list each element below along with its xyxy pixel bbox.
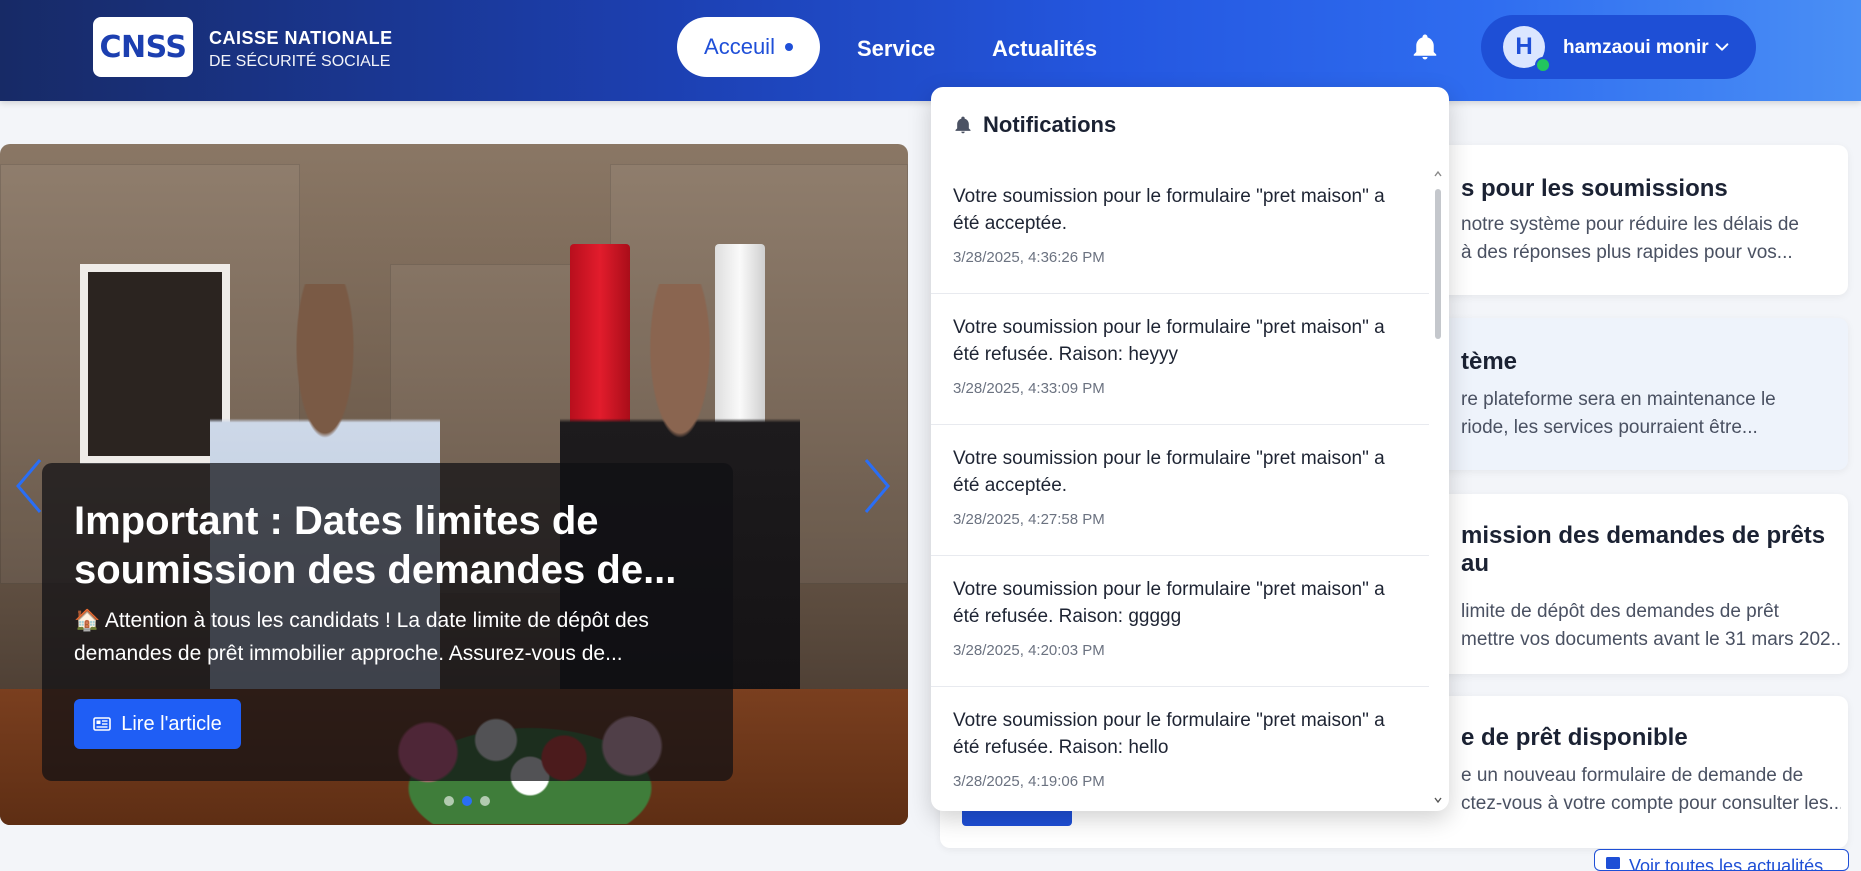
newspaper-icon: [93, 717, 112, 731]
read-article-label: Lire l'article: [121, 712, 222, 735]
notification-item[interactable]: Votre soumission pour le formulaire "pre…: [931, 687, 1429, 811]
user-menu-button[interactable]: H hamzaoui monir: [1481, 15, 1756, 79]
org-name-line2: DE SÉCURITÉ SOCIALE: [209, 53, 391, 70]
news-desc: e un nouveau formulaire de demande de: [1461, 765, 1804, 786]
user-name: hamzaoui monir: [1563, 37, 1709, 58]
org-name-line1: CAISSE NATIONALE: [209, 28, 393, 48]
news-desc: limite de dépôt des demandes de prêt: [1461, 601, 1779, 622]
news-desc: mettre vos documents avant le 31 mars 20…: [1461, 629, 1841, 650]
notification-time: 3/28/2025, 4:36:26 PM: [953, 249, 1105, 266]
news-carousel: Important : Dates limites de soumission …: [0, 144, 908, 825]
cnss-logo[interactable]: CNSS: [93, 17, 193, 77]
notifications-header: Notifications: [953, 112, 1116, 138]
news-title: mission des demandes de prêts au: [1461, 522, 1826, 577]
online-status-dot: [1535, 57, 1551, 73]
notification-message: Votre soumission pour le formulaire "pre…: [953, 448, 1385, 496]
org-name: CAISSE NATIONALE DE SÉCURITÉ SOCIALE: [209, 28, 393, 71]
top-header: CNSS CAISSE NATIONALE DE SÉCURITÉ SOCIAL…: [0, 0, 1861, 101]
newspaper-icon: [1606, 857, 1620, 869]
carousel-caption: Important : Dates limites de soumission …: [42, 463, 733, 781]
notification-time: 3/28/2025, 4:27:58 PM: [953, 511, 1105, 528]
active-indicator-dot: [784, 43, 793, 51]
notification-item[interactable]: Votre soumission pour le formulaire "pre…: [931, 425, 1429, 556]
news-desc: à des réponses plus rapides pour vos...: [1461, 242, 1793, 263]
bell-icon[interactable]: [1410, 32, 1440, 62]
news-title: e de prêt disponible: [1461, 724, 1688, 751]
scroll-up-icon[interactable]: [1433, 169, 1443, 179]
notification-item[interactable]: Votre soumission pour le formulaire "pre…: [931, 556, 1429, 687]
news-title: s pour les soumissions: [1461, 175, 1728, 202]
notification-message: Votre soumission pour le formulaire "pre…: [953, 317, 1385, 365]
notifications-list: Votre soumission pour le formulaire "pre…: [931, 163, 1429, 811]
notifications-panel: Notifications Votre soumission pour le f…: [931, 87, 1449, 811]
news-desc: riode, les services pourraient être...: [1461, 417, 1758, 438]
news-desc: notre système pour réduire les délais de: [1461, 214, 1799, 235]
notification-time: 3/28/2025, 4:20:03 PM: [953, 642, 1105, 659]
logo-text: CNSS: [99, 29, 188, 65]
nav-acceuil-label: Acceuil: [704, 34, 775, 59]
notification-message: Votre soumission pour le formulaire "pre…: [953, 186, 1385, 234]
read-article-button[interactable]: Lire l'article: [74, 699, 241, 749]
notification-item[interactable]: Votre soumission pour le formulaire "pre…: [931, 163, 1429, 294]
all-news-button[interactable]: Voir toutes les actualités: [1594, 849, 1849, 871]
carousel-prev-icon[interactable]: [14, 456, 44, 516]
carousel-indicator-active[interactable]: [462, 796, 472, 806]
news-title: tème: [1461, 348, 1518, 375]
nav-actualites[interactable]: Actualités: [992, 36, 1097, 62]
carousel-indicator[interactable]: [480, 796, 490, 806]
bell-icon: [955, 116, 971, 134]
notification-time: 3/28/2025, 4:19:06 PM: [953, 773, 1105, 790]
notification-message: Votre soumission pour le formulaire "pre…: [953, 579, 1385, 627]
carousel-indicator[interactable]: [444, 796, 454, 806]
notification-message: Votre soumission pour le formulaire "pre…: [953, 710, 1385, 758]
carousel-body: 🏠 Attention à tous les candidats ! La da…: [74, 609, 649, 665]
notifications-title: Notifications: [983, 112, 1117, 137]
wall-frame: [80, 264, 230, 464]
scrollbar-thumb[interactable]: [1435, 189, 1441, 339]
nav-acceuil[interactable]: Acceuil: [677, 17, 820, 77]
notification-time: 3/28/2025, 4:33:09 PM: [953, 380, 1105, 397]
chevron-down-icon: [1715, 43, 1729, 51]
notification-item[interactable]: Votre soumission pour le formulaire "pre…: [931, 294, 1429, 425]
news-desc: re plateforme sera en maintenance le: [1461, 389, 1776, 410]
nav-service[interactable]: Service: [857, 36, 935, 62]
scroll-down-icon[interactable]: [1433, 795, 1443, 805]
carousel-next-icon[interactable]: [862, 456, 892, 516]
carousel-title: Important : Dates limites de soumission …: [74, 499, 677, 592]
all-news-label: Voir toutes les actualités: [1629, 856, 1824, 871]
news-desc: ctez-vous à votre compte pour consulter …: [1461, 793, 1841, 814]
